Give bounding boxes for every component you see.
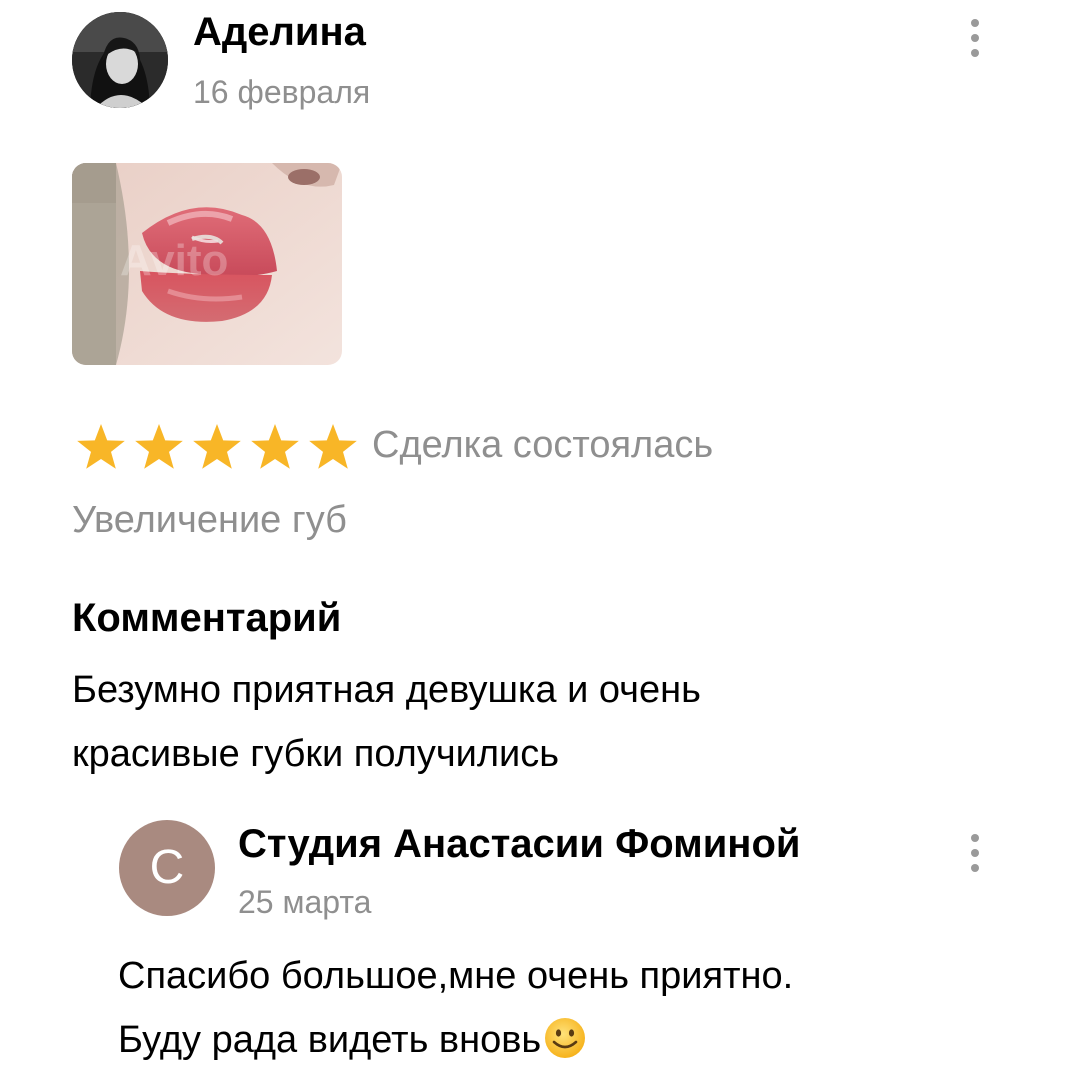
comment-text-line: красивые губки получились: [72, 733, 560, 775]
reply-avatar-letter: С: [149, 841, 185, 894]
menu-dot: [971, 849, 979, 857]
lips-photo-image: [72, 163, 342, 365]
comment-heading: Комментарий: [72, 596, 342, 640]
reply-text-line-with-emoji: Буду рада видеть вновь: [118, 1016, 587, 1064]
star-icon: [193, 424, 241, 469]
reply-avatar[interactable]: С: [119, 820, 215, 916]
author-avatar[interactable]: [72, 12, 168, 108]
service-name: Увеличение губ: [72, 499, 347, 541]
star-icon: [309, 424, 357, 469]
rating-stars: [76, 423, 358, 471]
reply-date: 25 марта: [238, 884, 372, 920]
menu-dot: [971, 864, 979, 872]
reply-text: Буду рада видеть вновь: [118, 1019, 542, 1061]
review-photo[interactable]: [72, 163, 342, 365]
star-icon: [77, 424, 125, 469]
star-icon: [251, 424, 299, 469]
review-date: 16 февраля: [193, 74, 371, 110]
author-name[interactable]: Аделина: [193, 8, 366, 56]
star-icon: [135, 424, 183, 469]
comment-text-line: Безумно приятная девушка и очень: [72, 669, 701, 711]
menu-dot: [971, 834, 979, 842]
review-more-menu-button[interactable]: [963, 19, 987, 57]
slightly-smiling-face-icon: [545, 1018, 586, 1058]
reply-more-menu-button[interactable]: [963, 834, 987, 872]
menu-dot: [971, 34, 979, 42]
reply-text-line: Спасибо большое,мне очень приятно.: [118, 955, 794, 997]
avatar-photo-image: [72, 12, 168, 108]
menu-dot: [971, 19, 979, 27]
deal-status: Сделка состоялась: [372, 424, 714, 466]
reply-author-name[interactable]: Студия Анастасии Фоминой: [238, 818, 800, 870]
menu-dot: [971, 49, 979, 57]
